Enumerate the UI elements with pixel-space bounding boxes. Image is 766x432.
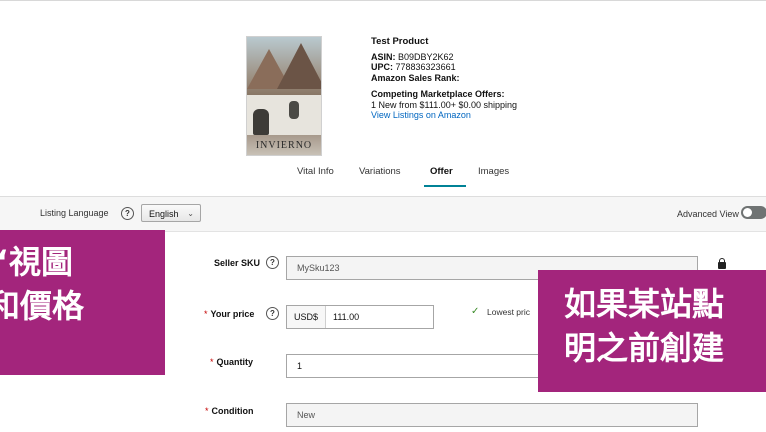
tab-vital-info[interactable]: Vital Info xyxy=(297,166,334,177)
upc-value: 778836323661 xyxy=(395,62,456,72)
language-value: English xyxy=(149,209,179,219)
condition-label: * Condition xyxy=(205,406,254,416)
view-listings-link[interactable]: View Listings on Amazon xyxy=(371,110,517,121)
caption-overlay-right: 如果某站點 明之前創建 xyxy=(538,270,766,392)
offers-text: 1 New from $111.00+ $0.00 shipping xyxy=(371,99,518,110)
listing-language-label: Listing Language xyxy=(40,208,109,218)
lock-icon xyxy=(718,258,726,269)
settings-bar xyxy=(0,196,766,232)
product-title: Test Product xyxy=(371,36,429,47)
condition-select[interactable]: New xyxy=(286,403,698,427)
language-select[interactable]: English ⌄ xyxy=(141,204,201,222)
lowest-price-text: Lowest pric xyxy=(487,307,530,317)
product-image[interactable]: INVIERNO xyxy=(246,36,322,156)
caption-left-line-1: “視圖 xyxy=(0,243,74,281)
image-caption: INVIERNO xyxy=(255,140,313,151)
offers-heading: Competing Marketplace Offers: xyxy=(371,89,505,99)
sales-rank-row: Amazon Sales Rank: xyxy=(371,73,517,84)
tab-variations[interactable]: Variations xyxy=(359,166,401,177)
image-figure-small xyxy=(289,101,299,119)
caption-left-line-2: 和價格 xyxy=(0,287,85,325)
image-figure xyxy=(253,109,269,135)
your-price-label: * Your price xyxy=(204,309,255,319)
product-info: Test Product ASIN: B09DBY2K62 UPC: 77883… xyxy=(371,36,518,121)
page-frame xyxy=(0,0,766,10)
upc-row: UPC: 778836323661 xyxy=(371,62,517,73)
upc-label: UPC: xyxy=(371,62,393,72)
chevron-down-icon: ⌄ xyxy=(187,209,194,218)
listing-tabs: Vital Info Variations Offer Images xyxy=(0,166,766,184)
asin-label: ASIN: xyxy=(371,51,396,62)
seller-sku-help-icon[interactable]: ? xyxy=(266,256,279,269)
help-icon[interactable]: ? xyxy=(121,207,134,220)
your-price-help-icon[interactable]: ? xyxy=(266,307,279,320)
seller-sku-label: Seller SKU xyxy=(214,258,261,268)
advanced-view-toggle[interactable] xyxy=(741,206,766,219)
image-mountain-peak xyxy=(277,43,321,89)
active-tab-indicator xyxy=(424,185,466,187)
caption-right-line-1: 如果某站點 xyxy=(564,285,725,323)
currency-label: USD$ xyxy=(287,306,326,328)
check-icon: ✓ xyxy=(471,306,480,317)
advanced-view-label: Advanced View xyxy=(677,209,739,219)
sales-rank-label: Amazon Sales Rank: xyxy=(371,72,460,83)
price-value: 111.00 xyxy=(333,312,360,322)
price-input[interactable]: USD$ 111.00 xyxy=(286,305,434,329)
caption-overlay-left: “視圖 和價格 xyxy=(0,230,165,375)
tab-offer[interactable]: Offer xyxy=(430,166,453,177)
asin-row: ASIN: B09DBY2K62 xyxy=(371,52,517,63)
toggle-knob xyxy=(743,208,752,217)
quantity-label: * Quantity xyxy=(210,357,254,367)
caption-right-line-2: 明之前創建 xyxy=(564,329,725,367)
asin-value: B09DBY2K62 xyxy=(398,51,454,62)
tab-images[interactable]: Images xyxy=(478,166,509,177)
